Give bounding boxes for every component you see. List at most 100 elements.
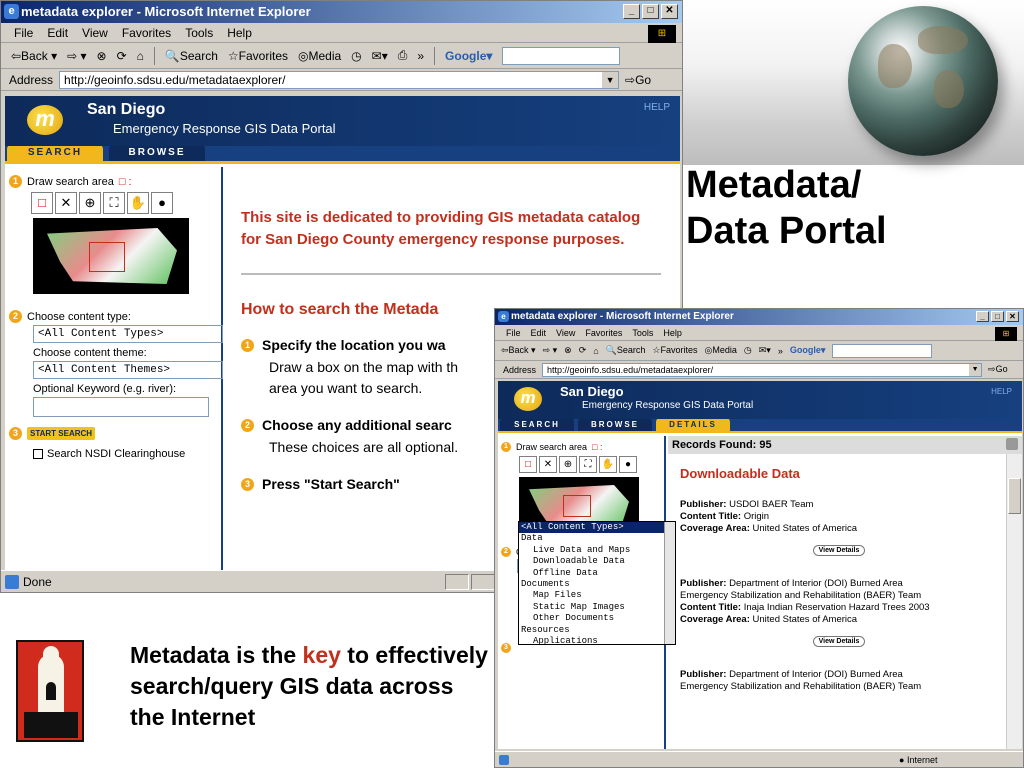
dropdown-option[interactable]: Offline Data — [519, 568, 675, 579]
close-button[interactable]: ✕ — [1006, 311, 1019, 322]
menu-tools[interactable]: Tools — [627, 328, 658, 338]
back-button[interactable]: ⇦Back ▾ — [501, 345, 536, 356]
stop-icon[interactable]: ⊗ — [97, 49, 107, 63]
dropdown-option[interactable]: Documents — [519, 579, 675, 590]
help-link[interactable]: HELP — [991, 387, 1012, 396]
keyword-input[interactable] — [33, 397, 209, 417]
sdsu-seal-logo — [16, 640, 84, 742]
dropdown-option[interactable]: Downloadable Data — [519, 556, 675, 567]
full-extent-icon[interactable]: ⛶ — [103, 192, 125, 214]
google-button[interactable]: Google▾ — [790, 345, 826, 356]
keyword-label: Optional Keyword (e.g. river): — [33, 383, 177, 395]
more-icon[interactable]: » — [417, 49, 424, 63]
favorites-button[interactable]: ☆Favorites — [228, 49, 288, 63]
portal-banner: m San Diego Emergency Response GIS Data … — [498, 381, 1022, 419]
content-type-dropdown[interactable]: <All Content Types> Data Live Data and M… — [518, 521, 676, 645]
mail-icon[interactable]: ✉▾ — [759, 345, 771, 356]
menu-favorites[interactable]: Favorites — [115, 26, 178, 40]
draw-box-icon[interactable]: □ — [519, 456, 537, 473]
draw-box-icon[interactable]: □ — [31, 192, 53, 214]
media-button[interactable]: ◎Media — [298, 49, 341, 63]
dropdown-option[interactable]: Other Documents — [519, 613, 675, 624]
back-button[interactable]: ⇦Back ▾ — [11, 49, 57, 63]
address-input[interactable]: http://geoinfo.sdsu.edu/metadataexplorer… — [59, 70, 620, 89]
favorites-button[interactable]: ☆Favorites — [652, 345, 697, 356]
divider — [241, 273, 661, 275]
view-details-button[interactable]: View Details — [813, 545, 865, 556]
help-link[interactable]: HELP — [644, 102, 670, 113]
menu-favorites[interactable]: Favorites — [580, 328, 627, 338]
google-search-input[interactable] — [502, 46, 621, 65]
more-icon[interactable]: » — [778, 346, 783, 356]
tab-search[interactable]: SEARCH — [7, 145, 103, 161]
tab-browse[interactable]: BROWSE — [578, 418, 652, 431]
refresh-icon[interactable]: ⟳ — [117, 49, 127, 63]
dropdown-option[interactable]: <All Content Types> — [519, 522, 675, 534]
dropdown-option[interactable]: Resources — [519, 625, 675, 636]
menu-edit[interactable]: Edit — [526, 328, 552, 338]
home-icon[interactable]: ⌂ — [593, 346, 598, 356]
globe-icon[interactable]: ● — [151, 192, 173, 214]
google-button[interactable]: Google▾ — [445, 49, 492, 63]
theme-label: Choose content theme: — [33, 347, 147, 359]
portal-banner: m San Diego Emergency Response GIS Data … — [5, 96, 680, 146]
chevron-down-icon[interactable]: ▼ — [969, 363, 982, 376]
clear-icon[interactable]: ✕ — [539, 456, 557, 473]
menu-file[interactable]: File — [501, 328, 526, 338]
start-search-button[interactable]: START SEARCH — [27, 427, 96, 440]
content-type-select[interactable]: <All Content Types> — [33, 325, 223, 343]
address-input[interactable]: http://geoinfo.sdsu.edu/metadataexplorer… — [542, 362, 983, 377]
history-icon[interactable]: ◷ — [744, 345, 752, 356]
menu-view[interactable]: View — [551, 328, 580, 338]
pan-icon[interactable]: ✋ — [599, 456, 617, 473]
tab-browse[interactable]: BROWSE — [109, 145, 205, 161]
zoom-in-icon[interactable]: ⊕ — [79, 192, 101, 214]
tab-search[interactable]: SEARCH — [500, 418, 574, 431]
home-icon[interactable]: ⌂ — [137, 49, 144, 63]
content-theme-select[interactable]: <All Content Themes> — [33, 361, 223, 379]
dropdown-option[interactable]: Applications — [519, 636, 675, 644]
forward-button[interactable]: ⇨ ▾ — [67, 49, 86, 63]
view-details-button[interactable]: View Details — [813, 636, 865, 647]
close-button[interactable]: ✕ — [661, 4, 678, 19]
menu-file[interactable]: File — [7, 26, 40, 40]
dropdown-option[interactable]: Live Data and Maps — [519, 545, 675, 556]
search-button[interactable]: 🔍Search — [606, 345, 646, 356]
pan-icon[interactable]: ✋ — [127, 192, 149, 214]
dropdown-option[interactable]: Static Map Images — [519, 602, 675, 613]
results-scrollbar[interactable] — [1006, 454, 1022, 749]
nsdi-checkbox[interactable] — [33, 449, 43, 459]
maximize-button[interactable]: □ — [991, 311, 1004, 322]
tab-details[interactable]: DETAILS — [656, 418, 730, 431]
zoom-in-icon[interactable]: ⊕ — [559, 456, 577, 473]
menu-view[interactable]: View — [75, 26, 115, 40]
forward-button[interactable]: ⇨ ▾ — [543, 345, 558, 356]
print-icon[interactable] — [1006, 438, 1018, 450]
go-button[interactable]: ⇨Go — [988, 364, 1008, 375]
mail-icon[interactable]: ✉▾ — [372, 49, 388, 63]
chevron-down-icon[interactable]: ▼ — [602, 71, 619, 88]
dropdown-option[interactable]: Data — [519, 533, 675, 544]
ie-icon: e — [4, 4, 19, 19]
print-icon[interactable]: ⎙ — [398, 48, 408, 63]
refresh-icon[interactable]: ⟳ — [579, 345, 587, 356]
maximize-button[interactable]: □ — [642, 4, 659, 19]
google-search-input[interactable] — [832, 343, 933, 358]
minimize-button[interactable]: _ — [623, 4, 640, 19]
go-button[interactable]: ⇨Go — [625, 73, 651, 87]
minimize-button[interactable]: _ — [976, 311, 989, 322]
history-icon[interactable]: ◷ — [351, 49, 361, 63]
menu-help[interactable]: Help — [220, 26, 259, 40]
menu-tools[interactable]: Tools — [178, 26, 220, 40]
full-extent-icon[interactable]: ⛶ — [579, 456, 597, 473]
media-button[interactable]: ◎Media — [705, 345, 737, 356]
menu-help[interactable]: Help — [658, 328, 687, 338]
windows-logo-icon: ⊞ — [995, 327, 1017, 341]
globe-icon[interactable]: ● — [619, 456, 637, 473]
search-map[interactable] — [33, 218, 189, 294]
clear-icon[interactable]: ✕ — [55, 192, 77, 214]
dropdown-option[interactable]: Map Files — [519, 590, 675, 601]
menu-edit[interactable]: Edit — [40, 26, 75, 40]
search-button[interactable]: 🔍Search — [165, 49, 218, 63]
stop-icon[interactable]: ⊗ — [564, 345, 572, 356]
